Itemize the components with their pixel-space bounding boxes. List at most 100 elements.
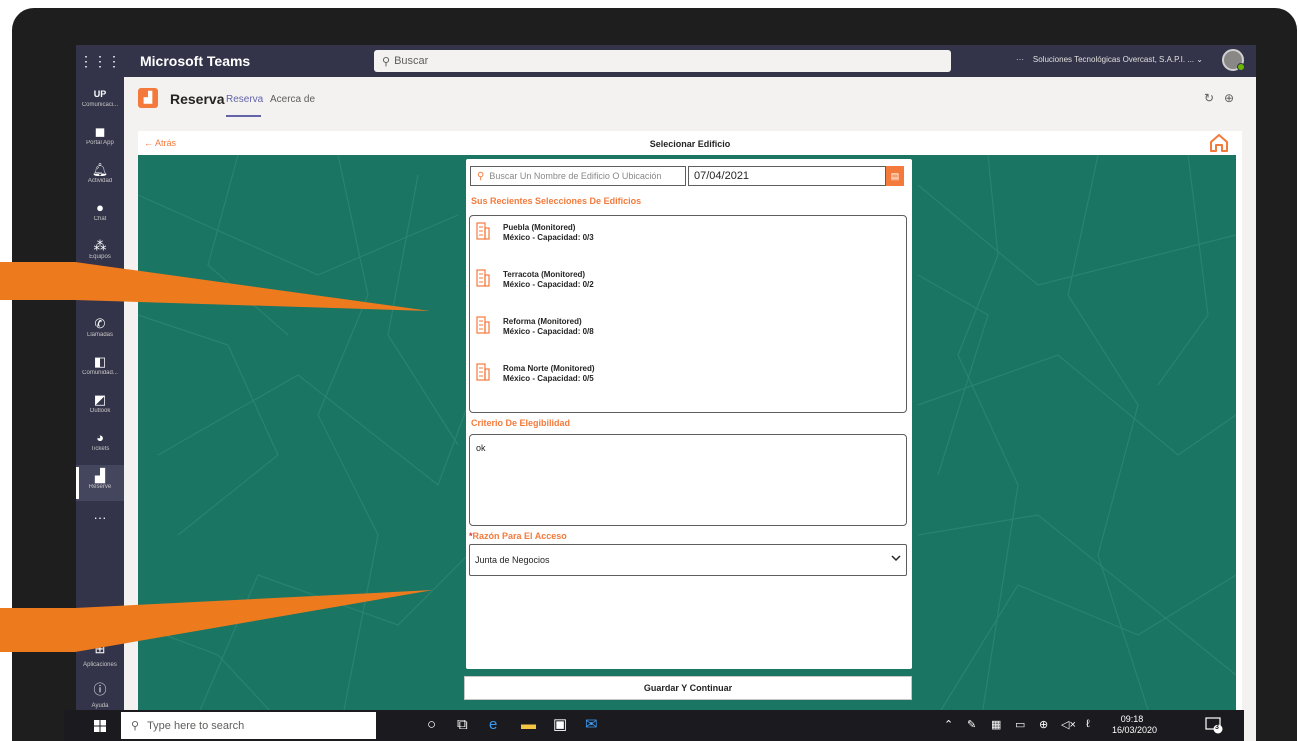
tab-reserva[interactable]: Reserva bbox=[226, 94, 263, 105]
windows-start-icon[interactable] bbox=[94, 720, 106, 732]
building-name: Roma Norte (Monitored) bbox=[503, 364, 595, 373]
rail-item-aplicaciones[interactable]: ⊞ Aplicaciones bbox=[76, 641, 124, 675]
app-header: ▟ Reserva Reserva Acerca de ↻ ⊕ bbox=[124, 77, 1256, 119]
battery-icon[interactable]: ▭ bbox=[1015, 718, 1025, 731]
page-subheader: ← Atrás Selecionar Edificio bbox=[138, 131, 1242, 155]
rail-item-ayuda[interactable]: ⓘ Ayuda bbox=[76, 679, 124, 709]
rail-item-chat[interactable]: ● Chat bbox=[76, 197, 124, 233]
rail-item-label: Comunicaci... bbox=[81, 102, 119, 108]
rail-item-llamadas[interactable]: ✆ Llamadas bbox=[76, 313, 124, 349]
apps-icon: ⊞ bbox=[94, 641, 106, 656]
rail-item-actividad[interactable]: 🔔︎ Actividad bbox=[76, 159, 124, 195]
building-icon bbox=[476, 316, 490, 334]
chevron-up-icon[interactable]: ⌃ bbox=[944, 718, 953, 731]
mail-icon[interactable]: ✉ bbox=[585, 715, 598, 735]
search-icon: ⚲ bbox=[382, 55, 391, 68]
volume-icon[interactable]: ◁× bbox=[1061, 718, 1076, 731]
teams-title-bar: ⋮⋮⋮ Microsoft Teams ⚲ Buscar ··· Solucio… bbox=[76, 45, 1256, 77]
bell-icon: 🔔︎ bbox=[91, 162, 109, 177]
rail-item-portal-app[interactable]: ◼ Portal App bbox=[76, 121, 124, 157]
building-capacity: México - Capacidad: 0/5 bbox=[503, 374, 594, 383]
search-icon: ⚲ bbox=[477, 170, 485, 182]
building-icon bbox=[476, 363, 490, 381]
building-search-input[interactable]: ⚲ Buscar Un Nombre de Edificio O Ubicaci… bbox=[470, 166, 686, 186]
tab-acerca-de[interactable]: Acerca de bbox=[270, 94, 315, 105]
globe-icon[interactable]: ⊕ bbox=[1224, 91, 1234, 105]
building-capacity: México - Capacidad: 0/3 bbox=[503, 233, 594, 242]
save-continue-button[interactable]: Guardar Y Continuar bbox=[464, 676, 912, 700]
building-capacity: México - Capacidad: 0/8 bbox=[503, 327, 594, 336]
reserva-logo-icon: ▟ bbox=[138, 88, 158, 108]
network-icon[interactable]: ⊕ bbox=[1039, 718, 1048, 731]
touch-keyboard-icon[interactable]: ▦ bbox=[991, 718, 1001, 731]
access-reason-label-text: Razón Para El Acceso bbox=[472, 531, 567, 541]
date-input[interactable]: 07/04/2021 bbox=[688, 166, 886, 186]
rail-item-label: Ayuda bbox=[91, 703, 109, 709]
presence-available-icon bbox=[1237, 63, 1245, 71]
rail-item-label: Equipos bbox=[89, 254, 111, 260]
app-content: ← Atrás Selecionar Edificio ⚲ Buscar Un … bbox=[138, 131, 1242, 741]
teams-window: ⋮⋮⋮ Microsoft Teams ⚲ Buscar ··· Solucio… bbox=[76, 45, 1256, 741]
home-icon[interactable] bbox=[1208, 132, 1230, 154]
community-icon: ◧ bbox=[93, 354, 107, 369]
taskbar-search-placeholder: Type here to search bbox=[147, 719, 245, 732]
eligibility-criteria-textarea[interactable]: ok bbox=[469, 434, 907, 526]
building-name: Puebla (Monitored) bbox=[503, 223, 576, 232]
ink-workspace-icon[interactable]: ℓ bbox=[1086, 718, 1090, 730]
rail-item-label: Actividad bbox=[87, 178, 113, 184]
recent-buildings-list: Puebla (Monitored) México - Capacidad: 0… bbox=[469, 215, 907, 413]
building-name: Terracota (Monitored) bbox=[503, 270, 586, 279]
rail-item-label: Aplicaciones bbox=[83, 662, 117, 668]
building-icon bbox=[476, 222, 490, 240]
building-capacity: México - Capacidad: 0/2 bbox=[503, 280, 594, 289]
org-name: Soluciones Tecnológicas Overcast, S.A.P.… bbox=[1032, 55, 1195, 64]
rail-item-tickets[interactable]: ◕ Tickets bbox=[76, 427, 124, 463]
portal-icon: ◼ bbox=[94, 124, 106, 139]
notification-count: 3 bbox=[1215, 724, 1219, 731]
app-name: Reserva bbox=[170, 91, 225, 107]
rail-more-apps[interactable]: ··· bbox=[76, 507, 124, 531]
recent-buildings-label: Sus Recientes Selecciones De Edificios bbox=[471, 196, 642, 206]
clock-date: 16/03/2020 bbox=[1112, 725, 1158, 735]
refresh-icon[interactable]: ↻ bbox=[1204, 91, 1214, 105]
clock-time: 09:18 bbox=[1120, 714, 1144, 724]
more-icon: ··· bbox=[93, 510, 107, 525]
pen-icon[interactable]: ✎ bbox=[967, 718, 976, 731]
app-title: Microsoft Teams bbox=[140, 53, 251, 69]
store-icon[interactable]: ▣ bbox=[553, 715, 567, 735]
left-app-rail: UP Comunicaci... ◼ Portal App 🔔︎ Activid… bbox=[76, 77, 124, 741]
rail-item-equipos[interactable]: ⁂ Equipos bbox=[76, 235, 124, 271]
windows-taskbar: ⚲ Type here to search ○ ⧉ e ▬ ▣ ✉ ⌃ ✎ ▦ … bbox=[64, 710, 1244, 741]
file-explorer-icon[interactable]: ▬ bbox=[521, 715, 536, 735]
edge-browser-icon[interactable]: e bbox=[489, 715, 497, 735]
app-launcher-icon[interactable]: ⋮⋮⋮ bbox=[76, 45, 124, 77]
chevron-down-icon bbox=[891, 555, 901, 562]
action-center-icon[interactable] bbox=[1205, 716, 1223, 734]
cortana-icon[interactable]: ○ bbox=[427, 715, 436, 735]
help-icon: ⓘ bbox=[93, 682, 107, 697]
rail-item-outlook[interactable]: ◩ Outlook bbox=[76, 389, 124, 425]
search-icon: ⚲ bbox=[131, 720, 140, 732]
rail-item-label: Chat bbox=[93, 216, 107, 222]
chevron-down-icon: ⌄ bbox=[1196, 55, 1203, 64]
rail-item-label: Reserve bbox=[88, 484, 112, 490]
system-clock[interactable]: 09:18 16/03/2020 bbox=[1112, 714, 1158, 736]
rail-item-comunidad[interactable]: ◧ Comunidad... bbox=[76, 351, 124, 387]
outlook-icon: ◩ bbox=[93, 392, 107, 407]
task-view-icon[interactable]: ⧉ bbox=[457, 715, 468, 735]
building-name: Reforma (Monitored) bbox=[503, 317, 582, 326]
active-tab-indicator bbox=[226, 115, 261, 117]
rail-item-label: Comunidad... bbox=[82, 370, 118, 376]
rail-item-reserve[interactable]: ▟ Reserve bbox=[76, 465, 124, 501]
calendar-icon[interactable]: ▤ bbox=[886, 166, 904, 186]
teams-search-input[interactable]: ⚲ Buscar bbox=[374, 50, 951, 72]
page-title: Selecionar Edificio bbox=[649, 139, 731, 149]
access-reason-dropdown[interactable]: Junta de Negocios bbox=[469, 544, 907, 576]
rail-item-label: Outlook bbox=[89, 408, 111, 414]
more-options-icon: ··· bbox=[1016, 55, 1024, 64]
taskbar-search-input[interactable]: ⚲ Type here to search bbox=[121, 712, 376, 739]
org-switcher[interactable]: ··· Soluciones Tecnológicas Overcast, S.… bbox=[1016, 55, 1203, 64]
building-icon bbox=[476, 269, 490, 287]
rail-item-label: Tickets bbox=[90, 446, 110, 452]
rail-item-comunicaciones[interactable]: UP Comunicaci... bbox=[76, 83, 124, 119]
